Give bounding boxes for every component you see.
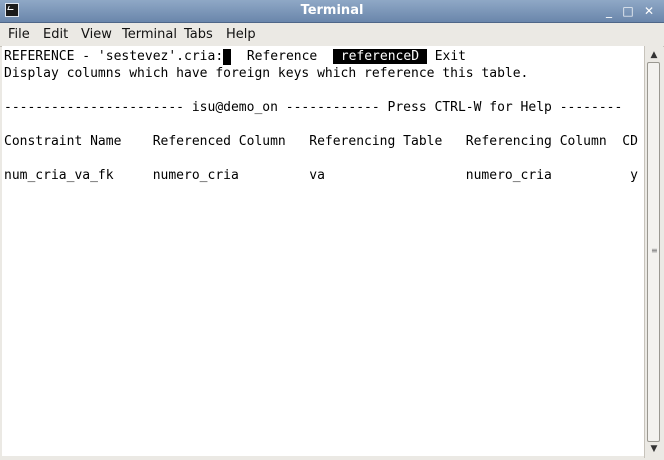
table-header: Constraint Name Referenced Column Refere… <box>4 134 638 149</box>
vertical-scrollbar[interactable]: ▲ ≡ ▼ <box>644 46 663 458</box>
menu-view[interactable]: View <box>81 27 112 42</box>
window-title: Terminal <box>300 3 364 18</box>
menu-help[interactable]: Help <box>226 27 256 42</box>
menu-terminal[interactable]: Terminal <box>122 27 177 42</box>
text-cursor <box>223 49 232 65</box>
maximize-button[interactable]: □ <box>620 3 636 19</box>
menu-bar: File Edit View Terminal Tabs Help <box>0 23 664 47</box>
terminal-content[interactable]: REFERENCE - 'sestevez'.cria: Reference r… <box>2 46 644 456</box>
option-reference[interactable]: Reference <box>247 49 317 64</box>
prompt-line: REFERENCE - 'sestevez'.cria: Reference r… <box>4 49 466 65</box>
option-referenced[interactable]: referenceD <box>341 49 419 64</box>
menu-edit[interactable]: Edit <box>43 27 68 42</box>
menu-tabs[interactable]: Tabs <box>184 27 213 42</box>
scrollbar-thumb[interactable]: ≡ <box>647 62 660 442</box>
minimize-button[interactable]: _ <box>601 3 617 19</box>
description-line: Display columns which have foreign keys … <box>4 66 529 81</box>
menu-file[interactable]: File <box>8 27 30 42</box>
option-exit[interactable]: Exit <box>435 49 466 64</box>
arrow-down-icon[interactable]: ▼ <box>647 442 661 456</box>
grip-icon: ≡ <box>651 246 658 255</box>
table-row: num_cria_va_fk numero_cria va numero_cri… <box>4 168 638 183</box>
close-button[interactable]: ✕ <box>641 3 657 19</box>
arrow-up-icon[interactable]: ▲ <box>647 48 661 62</box>
title-bar[interactable]: Terminal _ □ ✕ <box>0 0 664 23</box>
prompt-text: REFERENCE - 'sestevez'.cria: <box>4 49 224 64</box>
status-line: ----------------------- isu@demo_on ----… <box>4 100 623 115</box>
terminal-window: Terminal _ □ ✕ File Edit View Terminal T… <box>0 0 664 460</box>
